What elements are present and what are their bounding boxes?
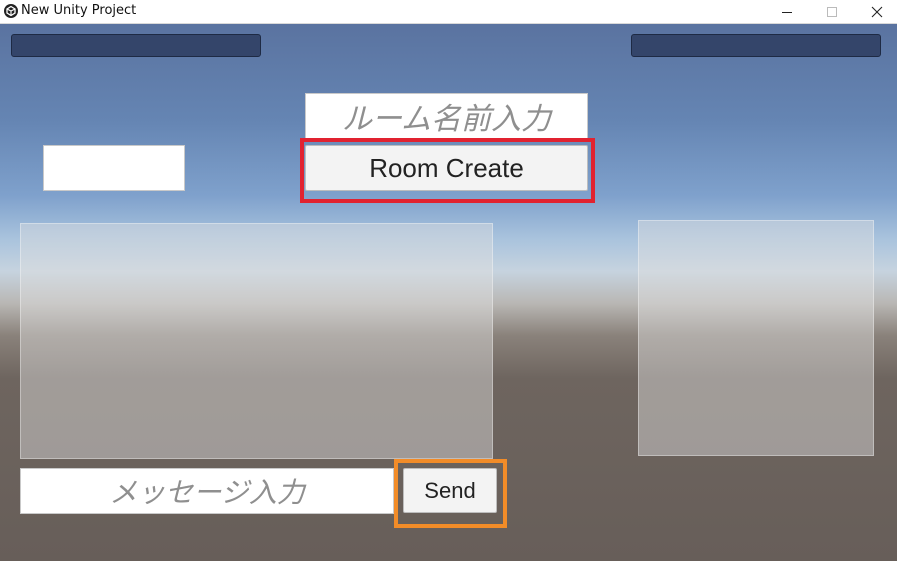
chat-log-panel: [20, 223, 493, 459]
top-left-bar: [11, 34, 261, 57]
minimize-button[interactable]: [764, 0, 810, 23]
window-title: New Unity Project: [21, 3, 137, 18]
maximize-button[interactable]: [809, 0, 855, 23]
room-create-highlight: [300, 138, 595, 203]
game-view: ルーム名前入力 Room Create メッセージ入力 Send: [0, 24, 897, 561]
room-list-panel: [638, 220, 874, 456]
small-white-box: [43, 145, 185, 191]
close-button[interactable]: [854, 0, 897, 23]
message-placeholder: メッセージ入力: [109, 476, 305, 509]
top-right-bar: [631, 34, 881, 57]
close-icon: [871, 6, 883, 17]
message-input[interactable]: メッセージ入力: [20, 468, 394, 514]
room-name-input[interactable]: ルーム名前入力: [305, 93, 588, 139]
maximize-icon: [827, 6, 837, 17]
unity-game-window: New Unity Project ルーム名前入力 Room Create メッ…: [0, 0, 897, 561]
title-bar: New Unity Project: [0, 0, 897, 24]
room-name-placeholder: ルーム名前入力: [341, 102, 552, 137]
unity-logo-icon: [4, 4, 18, 18]
minimize-icon: [782, 11, 792, 13]
send-highlight: [394, 459, 507, 528]
